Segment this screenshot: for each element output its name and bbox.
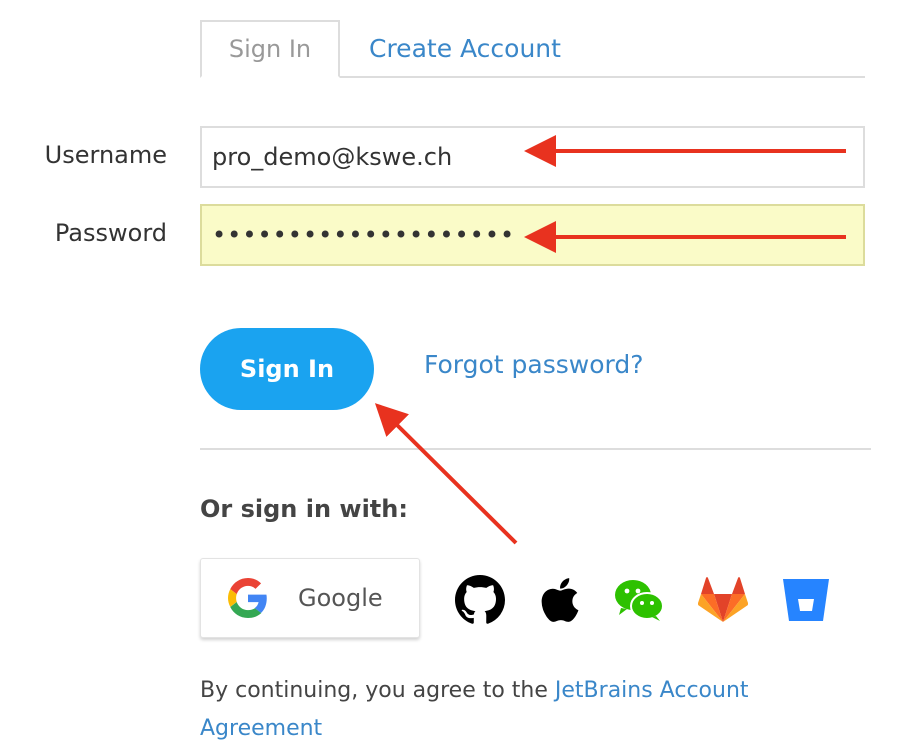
username-label: Username [44, 141, 167, 169]
password-input[interactable] [200, 204, 865, 266]
password-label: Password [54, 219, 167, 247]
gitlab-sign-in-button[interactable] [697, 574, 749, 626]
gitlab-icon [698, 577, 748, 622]
wechat-sign-in-button[interactable] [613, 574, 665, 626]
tab-create-account[interactable]: Create Account [369, 20, 561, 76]
social-heading: Or sign in with: [200, 495, 408, 523]
github-icon [455, 575, 505, 624]
tab-sign-in[interactable]: Sign In [200, 20, 340, 78]
apple-icon [541, 578, 579, 622]
google-label: Google [298, 584, 383, 612]
arrow-to-sign-in-button [374, 403, 518, 545]
sign-in-button[interactable]: Sign In [200, 328, 374, 410]
username-input[interactable] [200, 126, 865, 188]
bitbucket-icon [783, 579, 829, 621]
github-sign-in-button[interactable] [454, 574, 506, 626]
apple-sign-in-button[interactable] [534, 574, 586, 626]
divider [200, 448, 871, 450]
agreement-text: By continuing, you agree to the JetBrain… [200, 672, 860, 748]
auth-tabs: Sign In Create Account [200, 20, 865, 78]
google-sign-in-button[interactable]: Google [200, 558, 420, 638]
agreement-prefix: By continuing, you agree to the [200, 678, 555, 703]
google-icon [228, 578, 267, 618]
bitbucket-sign-in-button[interactable] [780, 574, 832, 626]
wechat-icon [615, 580, 664, 621]
forgot-password-link[interactable]: Forgot password? [424, 350, 644, 379]
